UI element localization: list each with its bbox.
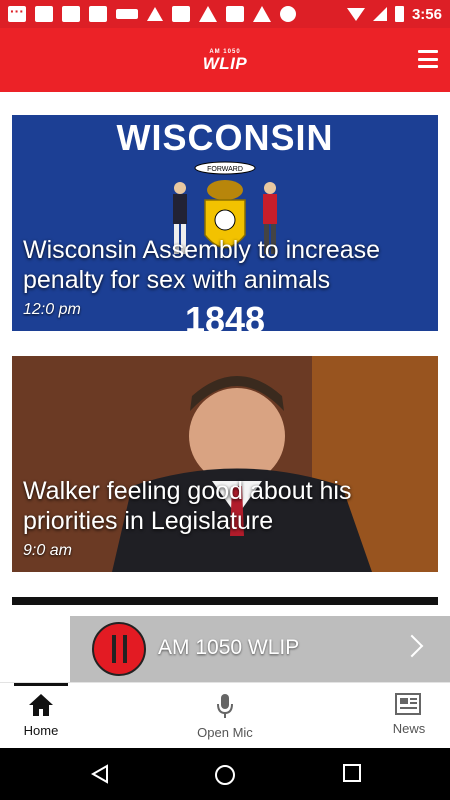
article-card[interactable] [12, 597, 438, 605]
home-icon [29, 694, 53, 716]
tab-news[interactable]: News [359, 693, 450, 736]
tab-label: Open Mic [197, 725, 253, 740]
active-tab-indicator [14, 683, 68, 686]
crest-banner-text: FORWARD [207, 166, 243, 173]
tab-label: Home [23, 723, 59, 738]
system-status: 3:56 [346, 5, 442, 23]
notification-icon [35, 6, 53, 22]
flag-title-text: WISCONSIN [116, 117, 334, 158]
hamburger-menu-icon[interactable] [418, 50, 438, 68]
notification-icon [89, 6, 107, 22]
signal-icon [372, 7, 387, 21]
warning-icon [199, 6, 217, 22]
message-icon [8, 3, 26, 22]
drive-icon [147, 7, 163, 21]
notification-icon [62, 6, 80, 22]
news-feed[interactable]: WISCONSIN FORWARD 1848 Wisconsin Assembl [0, 92, 450, 682]
article-time: 9:0 am [23, 542, 72, 559]
app-header: AM 1050 WLIP [0, 28, 450, 92]
wifi-icon [346, 7, 365, 21]
audio-player-bar[interactable]: AM 1050 WLIP [70, 616, 450, 682]
image-icon [226, 6, 244, 22]
news-app-icon [116, 9, 138, 19]
article-card[interactable]: Walker feeling good about his priorities… [12, 356, 438, 572]
tab-home[interactable]: Home [0, 693, 91, 738]
battery-icon [394, 6, 404, 22]
politician-photo [12, 356, 438, 572]
chevron-right-icon[interactable] [400, 634, 424, 658]
home-circle-icon[interactable] [214, 764, 236, 786]
back-icon[interactable] [90, 764, 110, 784]
notification-icon [172, 6, 190, 22]
status-bar: 3:56 [0, 0, 450, 28]
chat-icon [280, 6, 296, 22]
system-navigation-bar [0, 748, 450, 800]
station-logo[interactable]: AM 1050 WLIP [203, 49, 248, 72]
tab-label: News [392, 721, 426, 736]
station-name: AM 1050 WLIP [158, 636, 300, 659]
bottom-navigation: Home Open Mic News [0, 682, 450, 748]
warning-icon [253, 6, 271, 22]
article-headline[interactable]: Wisconsin Assembly to increase penalty f… [23, 235, 428, 295]
newspaper-icon [395, 693, 421, 715]
logo-callsign: WLIP [202, 53, 248, 73]
tab-open-mic[interactable]: Open Mic [175, 693, 275, 740]
microphone-icon [217, 694, 233, 718]
article-headline[interactable]: Walker feeling good about his priorities… [23, 476, 428, 536]
article-card[interactable]: WISCONSIN FORWARD 1848 Wisconsin Assembl [12, 115, 438, 331]
recent-apps-icon[interactable] [343, 764, 361, 782]
notification-icons [8, 3, 296, 22]
pause-button[interactable] [92, 622, 146, 676]
screen: 3:56 AM 1050 WLIP WISCONSIN FORWARD [0, 0, 450, 800]
article-time: 12:0 pm [23, 301, 81, 318]
status-time: 3:56 [411, 5, 442, 23]
